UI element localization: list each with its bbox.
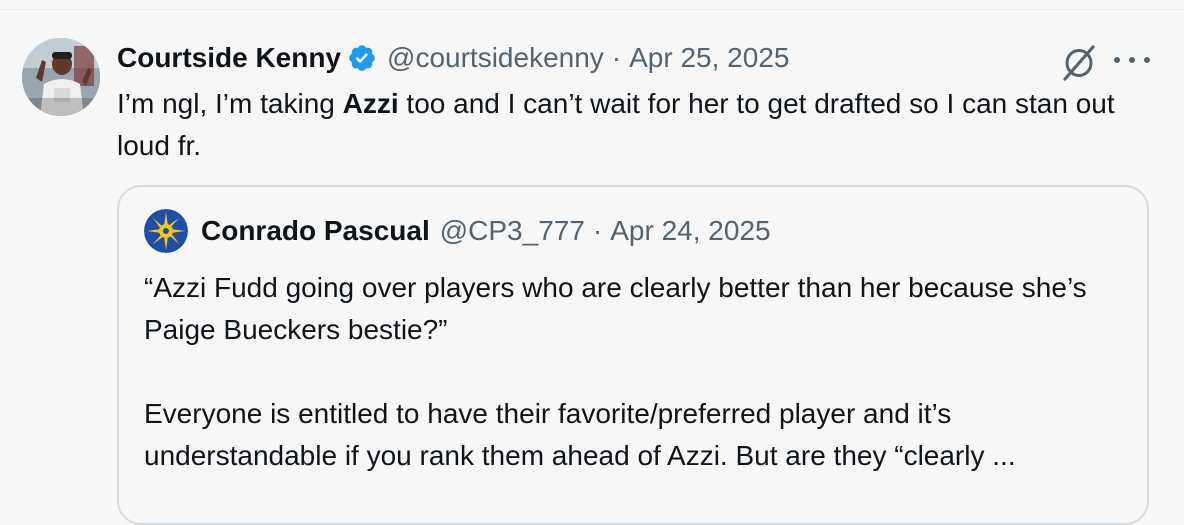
tweet-text-part-1: I’m ngl, I’m taking [117,88,343,119]
grok-icon[interactable] [1060,43,1098,81]
author-handle[interactable]: @courtsidekenny [387,42,604,74]
quoted-author-handle[interactable]: @CP3_777 [440,215,585,247]
more-dot [1114,57,1120,63]
quoted-author-name[interactable]: Conrado Pascual [201,215,430,247]
more-dot [1144,57,1150,63]
tweet[interactable]: Courtside Kenny @courtsidekenny · Apr 25… [0,10,1184,525]
verified-badge-icon [347,43,377,73]
quoted-tweet-text: “Azzi Fudd going over players who are cl… [144,267,1134,477]
author-name[interactable]: Courtside Kenny [117,42,341,74]
quoted-paragraph-2: Everyone is entitled to have their favor… [144,398,1016,471]
quoted-header-separator: · [592,215,603,246]
quoted-paragraph-1: “Azzi Fudd going over players who are cl… [144,272,1087,345]
more-options-icon[interactable] [1114,50,1150,70]
quoted-tweet-header: Conrado Pascual @CP3_777 · Apr 24, 2025 [201,211,771,251]
post-date[interactable]: Apr 25, 2025 [629,42,789,74]
tweet-header: Courtside Kenny @courtsidekenny · Apr 25… [117,40,789,76]
quoted-post-date[interactable]: Apr 24, 2025 [610,215,770,247]
more-dot [1129,57,1135,63]
header-separator: · [611,42,622,73]
tweet-text: I’m ngl, I’m taking Azzi too and I can’t… [117,83,1137,167]
author-avatar[interactable] [22,38,100,116]
quoted-author-avatar[interactable] [144,209,188,253]
tweet-text-bold: Azzi [342,88,399,119]
quoted-tweet[interactable]: Conrado Pascual @CP3_777 · Apr 24, 2025 … [117,185,1149,525]
